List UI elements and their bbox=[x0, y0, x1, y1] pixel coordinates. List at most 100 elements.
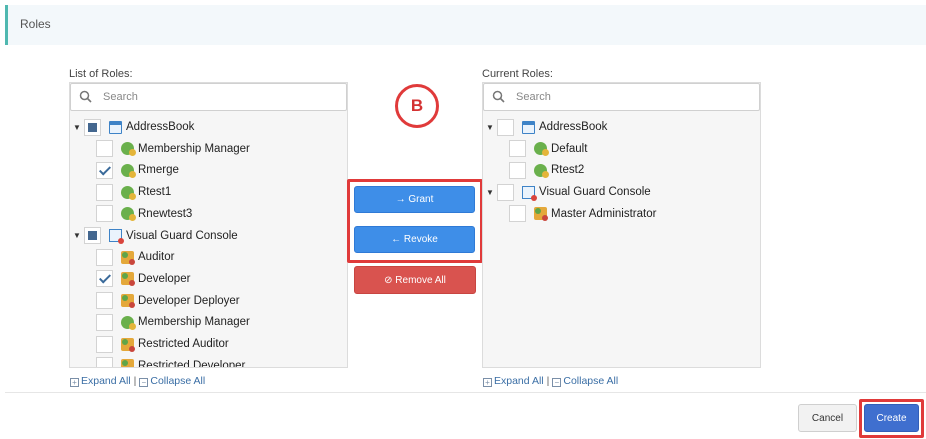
role-icon bbox=[534, 163, 549, 178]
node-checkbox[interactable] bbox=[96, 313, 113, 331]
list-of-roles-tree[interactable]: ▼ AddressBook Membership Manager Rmerge Rtes… bbox=[69, 82, 348, 368]
node-label: Visual Guard Console bbox=[126, 229, 238, 242]
node-label: Membership Manager bbox=[138, 316, 250, 329]
current-roles-label: Current Roles: bbox=[482, 68, 553, 80]
tree-node[interactable]: Membership Manager bbox=[96, 139, 250, 159]
node-checkbox[interactable] bbox=[96, 292, 113, 310]
left-expand-collapse: + Expand All | − Collapse All bbox=[70, 375, 205, 387]
role-icon bbox=[121, 315, 136, 330]
node-checkbox[interactable] bbox=[96, 161, 113, 179]
node-checkbox[interactable] bbox=[497, 183, 514, 201]
node-checkbox[interactable] bbox=[84, 118, 101, 136]
tree-node[interactable]: Default bbox=[509, 139, 587, 159]
left-search-box[interactable] bbox=[70, 83, 347, 111]
node-label: Visual Guard Console bbox=[539, 186, 651, 199]
node-label: Auditor bbox=[138, 251, 175, 264]
application-icon bbox=[109, 120, 122, 134]
admin-role-icon bbox=[534, 207, 548, 222]
node-label: Rtest2 bbox=[551, 164, 585, 177]
node-label: Restricted Auditor bbox=[138, 338, 229, 350]
node-checkbox[interactable] bbox=[497, 118, 514, 136]
node-checkbox[interactable] bbox=[84, 227, 101, 244]
expand-caret-icon[interactable]: ▼ bbox=[72, 123, 82, 132]
node-label: Default bbox=[551, 142, 588, 155]
grant-button[interactable]: → Grant bbox=[354, 186, 475, 213]
search-icon bbox=[492, 90, 505, 103]
node-label: AddressBook bbox=[539, 121, 608, 133]
node-label: AddressBook bbox=[126, 121, 195, 133]
admin-role-icon bbox=[121, 359, 134, 367]
node-label: Developer Deployer bbox=[138, 294, 240, 307]
node-checkbox[interactable] bbox=[509, 161, 526, 179]
right-search-input[interactable] bbox=[516, 89, 746, 105]
tree-node[interactable]: Membership Manager bbox=[96, 312, 250, 332]
revoke-button[interactable]: ← Revoke bbox=[354, 226, 475, 253]
tree-node[interactable]: Rtest2 bbox=[509, 160, 584, 180]
node-label: Rnewtest3 bbox=[138, 207, 193, 220]
tree-node[interactable]: Restricted Auditor bbox=[96, 334, 229, 354]
footer-divider bbox=[5, 392, 926, 393]
node-checkbox[interactable] bbox=[96, 357, 113, 367]
expand-all-label: Expand All bbox=[81, 375, 131, 387]
remove-all-button[interactable]: ⊘ Remove All bbox=[354, 266, 476, 294]
admin-role-icon bbox=[121, 250, 135, 265]
link-separator: | bbox=[133, 375, 137, 387]
tree-node[interactable]: ▼ Visual Guard Console bbox=[72, 226, 238, 246]
expand-caret-icon[interactable]: ▼ bbox=[485, 188, 495, 197]
console-icon bbox=[522, 185, 537, 201]
node-checkbox[interactable] bbox=[96, 335, 113, 353]
right-expand-all-link[interactable]: + Expand All bbox=[483, 375, 544, 387]
node-checkbox[interactable] bbox=[96, 183, 113, 201]
node-checkbox[interactable] bbox=[96, 205, 113, 223]
role-icon bbox=[121, 207, 136, 222]
tree-node[interactable]: Rtest1 bbox=[96, 182, 171, 202]
node-checkbox[interactable] bbox=[509, 140, 526, 158]
tree-node[interactable]: ▼ AddressBook bbox=[485, 117, 607, 137]
expand-icon: + bbox=[483, 378, 492, 387]
right-collapse-all-link[interactable]: − Collapse All bbox=[552, 375, 618, 387]
annotation-circle-b: B bbox=[395, 84, 439, 128]
node-checkbox[interactable] bbox=[96, 248, 113, 266]
collapse-all-label: Collapse All bbox=[563, 375, 619, 387]
link-separator: | bbox=[546, 375, 550, 387]
role-icon bbox=[121, 142, 136, 157]
expand-all-label: Expand All bbox=[494, 375, 544, 387]
search-icon bbox=[79, 90, 92, 103]
admin-role-icon bbox=[121, 294, 135, 309]
cancel-button[interactable]: Cancel bbox=[798, 404, 857, 432]
tree-node[interactable]: Restricted Developer bbox=[96, 356, 246, 368]
node-label: Membership Manager bbox=[138, 142, 250, 155]
tree-node[interactable]: Developer bbox=[96, 269, 190, 289]
node-checkbox[interactable] bbox=[509, 205, 526, 223]
tree-node[interactable]: Developer Deployer bbox=[96, 291, 240, 311]
tree-node[interactable]: Rmerge bbox=[96, 160, 179, 180]
collapse-icon: − bbox=[552, 378, 562, 387]
expand-caret-icon[interactable]: ▼ bbox=[72, 231, 82, 240]
node-label: Rtest1 bbox=[138, 186, 172, 199]
role-icon bbox=[121, 185, 136, 200]
left-search-input[interactable] bbox=[103, 89, 333, 105]
right-search-box[interactable] bbox=[483, 83, 760, 111]
tree-node[interactable]: ▼ Visual Guard Console bbox=[485, 182, 651, 202]
collapse-icon: − bbox=[139, 378, 149, 387]
tree-node[interactable]: Auditor bbox=[96, 247, 174, 267]
left-collapse-all-link[interactable]: − Collapse All bbox=[139, 375, 205, 387]
tree-node[interactable]: ▼ AddressBook bbox=[72, 117, 194, 137]
tree-node[interactable]: Master Administrator bbox=[509, 204, 656, 224]
node-label: Rmerge bbox=[138, 164, 179, 177]
left-expand-all-link[interactable]: + Expand All bbox=[70, 375, 131, 387]
application-icon bbox=[522, 120, 535, 134]
node-checkbox[interactable] bbox=[96, 140, 113, 158]
expand-caret-icon[interactable]: ▼ bbox=[485, 123, 495, 132]
admin-role-icon bbox=[121, 337, 135, 352]
node-label: Restricted Developer bbox=[138, 359, 246, 368]
current-roles-tree[interactable]: ▼ AddressBook Default Rtest2 ▼ Visual Guard C… bbox=[482, 82, 761, 368]
node-checkbox[interactable] bbox=[96, 270, 113, 288]
create-button[interactable]: Create bbox=[864, 404, 919, 432]
right-expand-collapse: + Expand All | − Collapse All bbox=[483, 375, 618, 387]
tree-node[interactable]: Rnewtest3 bbox=[96, 204, 192, 224]
page-header: Roles bbox=[5, 5, 926, 45]
collapse-all-label: Collapse All bbox=[150, 375, 206, 387]
node-label: Master Administrator bbox=[551, 207, 657, 220]
role-icon bbox=[121, 163, 136, 178]
